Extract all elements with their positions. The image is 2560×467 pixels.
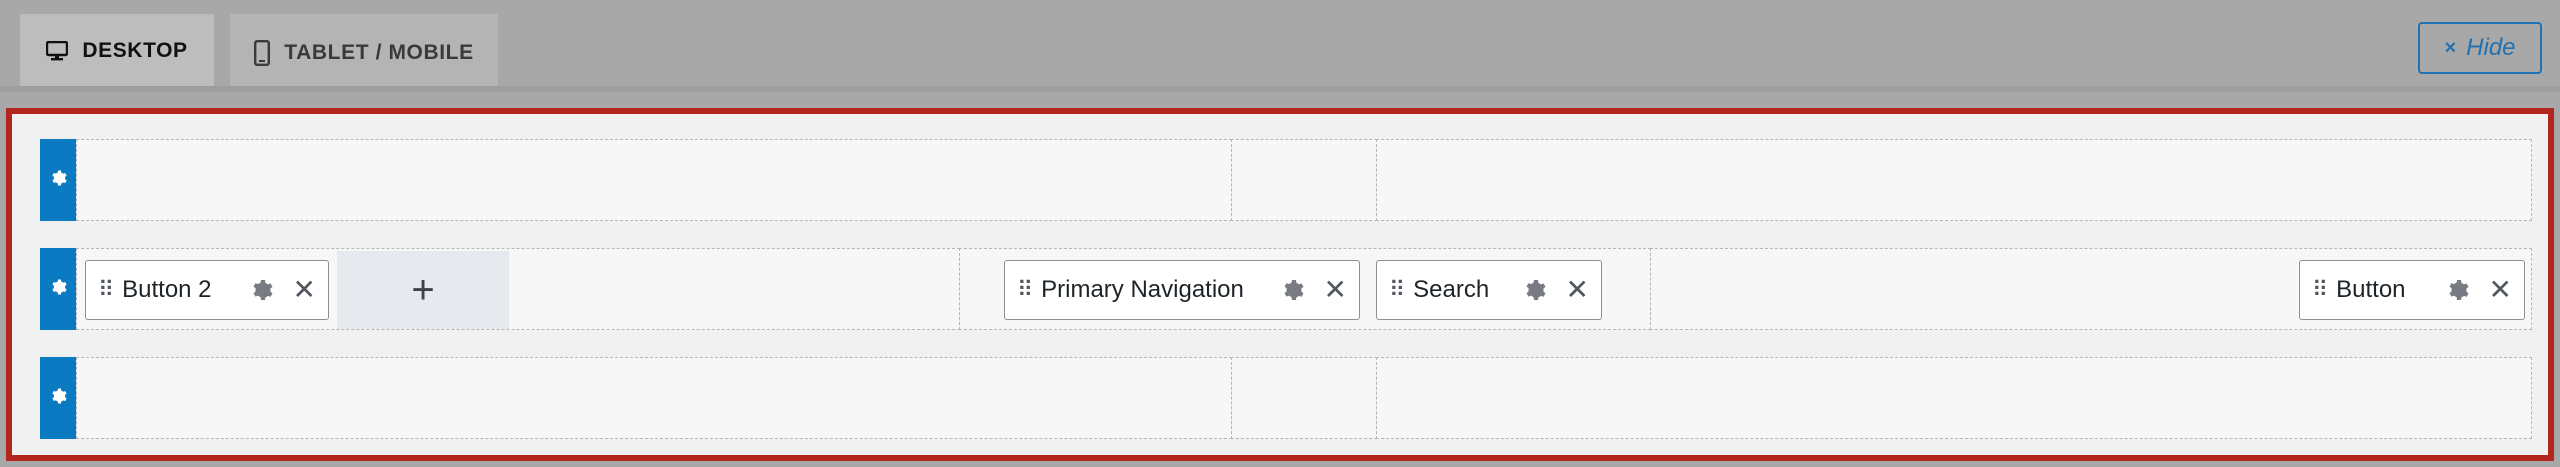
item-label: Primary Navigation xyxy=(1041,276,1244,303)
drag-handle-icon[interactable]: ⠿ xyxy=(98,277,114,303)
tab-tablet-mobile[interactable]: TABLET / MOBILE xyxy=(230,14,498,92)
drag-handle-icon[interactable]: ⠿ xyxy=(1389,277,1405,303)
zone-left[interactable] xyxy=(76,139,1232,221)
row-body: + ⠿ Button 2 ✕ ⠿ Primary Navigation ✕ ⠿ … xyxy=(76,248,2532,330)
close-icon: × xyxy=(2444,36,2457,59)
tab-desktop[interactable]: DESKTOP xyxy=(20,14,214,92)
hide-button-label: Hide xyxy=(2466,34,2516,61)
builder-tab-bar: DESKTOP TABLET / MOBILE × Hide xyxy=(0,0,2560,92)
row-settings-button[interactable] xyxy=(40,248,76,330)
builder-item-button-2[interactable]: ⠿ Button 2 ✕ xyxy=(85,260,329,320)
row-body xyxy=(76,357,2532,439)
gear-icon[interactable] xyxy=(249,278,273,302)
header-builder-panel: + ⠿ Button 2 ✕ ⠿ Primary Navigation ✕ ⠿ … xyxy=(6,108,2554,461)
builder-row-bottom xyxy=(40,357,2532,439)
zone-right[interactable] xyxy=(1376,139,2532,221)
gear-icon[interactable] xyxy=(1522,278,1546,302)
zone-center[interactable] xyxy=(1231,357,1377,439)
builder-row-main: + ⠿ Button 2 ✕ ⠿ Primary Navigation ✕ ⠿ … xyxy=(40,248,2532,330)
tab-divider xyxy=(0,86,2560,92)
close-icon[interactable]: ✕ xyxy=(1566,276,1589,304)
drag-handle-icon[interactable]: ⠿ xyxy=(1017,277,1033,303)
item-label: Button xyxy=(2336,276,2406,303)
desktop-icon xyxy=(46,40,69,61)
zone-center[interactable] xyxy=(1231,139,1377,221)
gear-icon[interactable] xyxy=(1280,278,1304,302)
gear-icon xyxy=(49,278,67,301)
zone-right[interactable] xyxy=(1376,357,2532,439)
plus-icon: + xyxy=(411,267,435,312)
add-item-button[interactable]: + xyxy=(337,251,509,329)
hide-button[interactable]: × Hide xyxy=(2418,22,2542,74)
gear-icon xyxy=(49,387,67,410)
tab-desktop-label: DESKTOP xyxy=(82,38,188,62)
close-icon[interactable]: ✕ xyxy=(2489,276,2512,304)
item-label: Search xyxy=(1413,276,1490,303)
builder-row-top xyxy=(40,139,2532,221)
builder-item-primary-navigation[interactable]: ⠿ Primary Navigation ✕ xyxy=(1004,260,1360,320)
drag-handle-icon[interactable]: ⠿ xyxy=(2312,277,2328,303)
mobile-icon xyxy=(254,40,271,66)
zone-left[interactable] xyxy=(76,357,1232,439)
close-icon[interactable]: ✕ xyxy=(1324,276,1347,304)
item-label: Button 2 xyxy=(122,276,212,303)
row-settings-button[interactable] xyxy=(40,357,76,439)
gear-icon xyxy=(49,169,67,192)
zone-right[interactable]: ⠿ Button ✕ xyxy=(1650,248,2532,330)
row-settings-button[interactable] xyxy=(40,139,76,221)
zone-center[interactable]: ⠿ Primary Navigation ✕ ⠿ Search ✕ xyxy=(959,248,1651,330)
zone-left[interactable]: + ⠿ Button 2 ✕ xyxy=(76,248,960,330)
close-icon[interactable]: ✕ xyxy=(293,276,316,304)
tab-mobile-label: TABLET / MOBILE xyxy=(284,41,474,64)
gear-icon[interactable] xyxy=(2445,278,2469,302)
builder-item-button[interactable]: ⠿ Button ✕ xyxy=(2299,260,2525,320)
builder-item-search[interactable]: ⠿ Search ✕ xyxy=(1376,260,1602,320)
row-body xyxy=(76,139,2532,221)
